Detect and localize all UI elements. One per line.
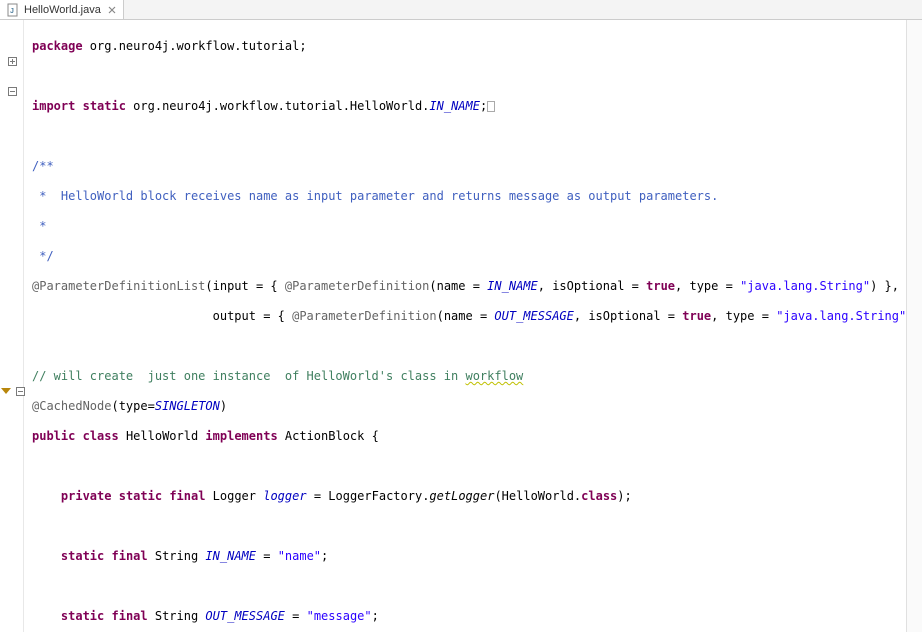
code-line: // will create just one instance of Hell… (32, 369, 906, 384)
code-line (32, 339, 906, 354)
svg-text:J: J (10, 8, 14, 15)
code-line: @CachedNode(type=SINGLETON) (32, 399, 906, 414)
code-line: @ParameterDefinitionList(input = { @Para… (32, 279, 906, 294)
code-editor[interactable]: package org.neuro4j.workflow.tutorial; i… (24, 20, 906, 632)
code-line: */ (32, 249, 906, 264)
fold-collapse-icon[interactable] (2, 84, 22, 98)
code-line: /** (32, 159, 906, 174)
code-line: * (32, 219, 906, 234)
code-line (32, 129, 906, 144)
code-line: static final String OUT_MESSAGE = "messa… (32, 609, 906, 624)
code-line: private static final Logger logger = Log… (32, 489, 906, 504)
code-line (32, 459, 906, 474)
fold-expand-icon[interactable] (2, 54, 22, 68)
code-line: output = { @ParameterDefinition(name = O… (32, 309, 906, 324)
java-file-icon: J (6, 3, 20, 17)
code-line: * HelloWorld block receives name as inpu… (32, 189, 906, 204)
folded-imports-icon[interactable] (487, 101, 495, 112)
tab-bar: J HelloWorld.java (0, 0, 922, 20)
code-line: import static org.neuro4j.workflow.tutor… (32, 99, 906, 114)
code-line (32, 579, 906, 594)
code-line (32, 519, 906, 534)
gutter[interactable] (0, 20, 24, 632)
fold-collapse-icon[interactable] (10, 384, 30, 398)
code-line: static final String IN_NAME = "name"; (32, 549, 906, 564)
editor-area: package org.neuro4j.workflow.tutorial; i… (0, 20, 922, 632)
code-line: package org.neuro4j.workflow.tutorial; (32, 39, 906, 54)
code-line (32, 69, 906, 84)
close-tab-icon[interactable] (107, 5, 117, 15)
editor-tab[interactable]: J HelloWorld.java (0, 0, 124, 19)
tab-filename: HelloWorld.java (24, 4, 101, 16)
code-line: public class HelloWorld implements Actio… (32, 429, 906, 444)
vertical-scrollbar[interactable] (906, 20, 922, 632)
